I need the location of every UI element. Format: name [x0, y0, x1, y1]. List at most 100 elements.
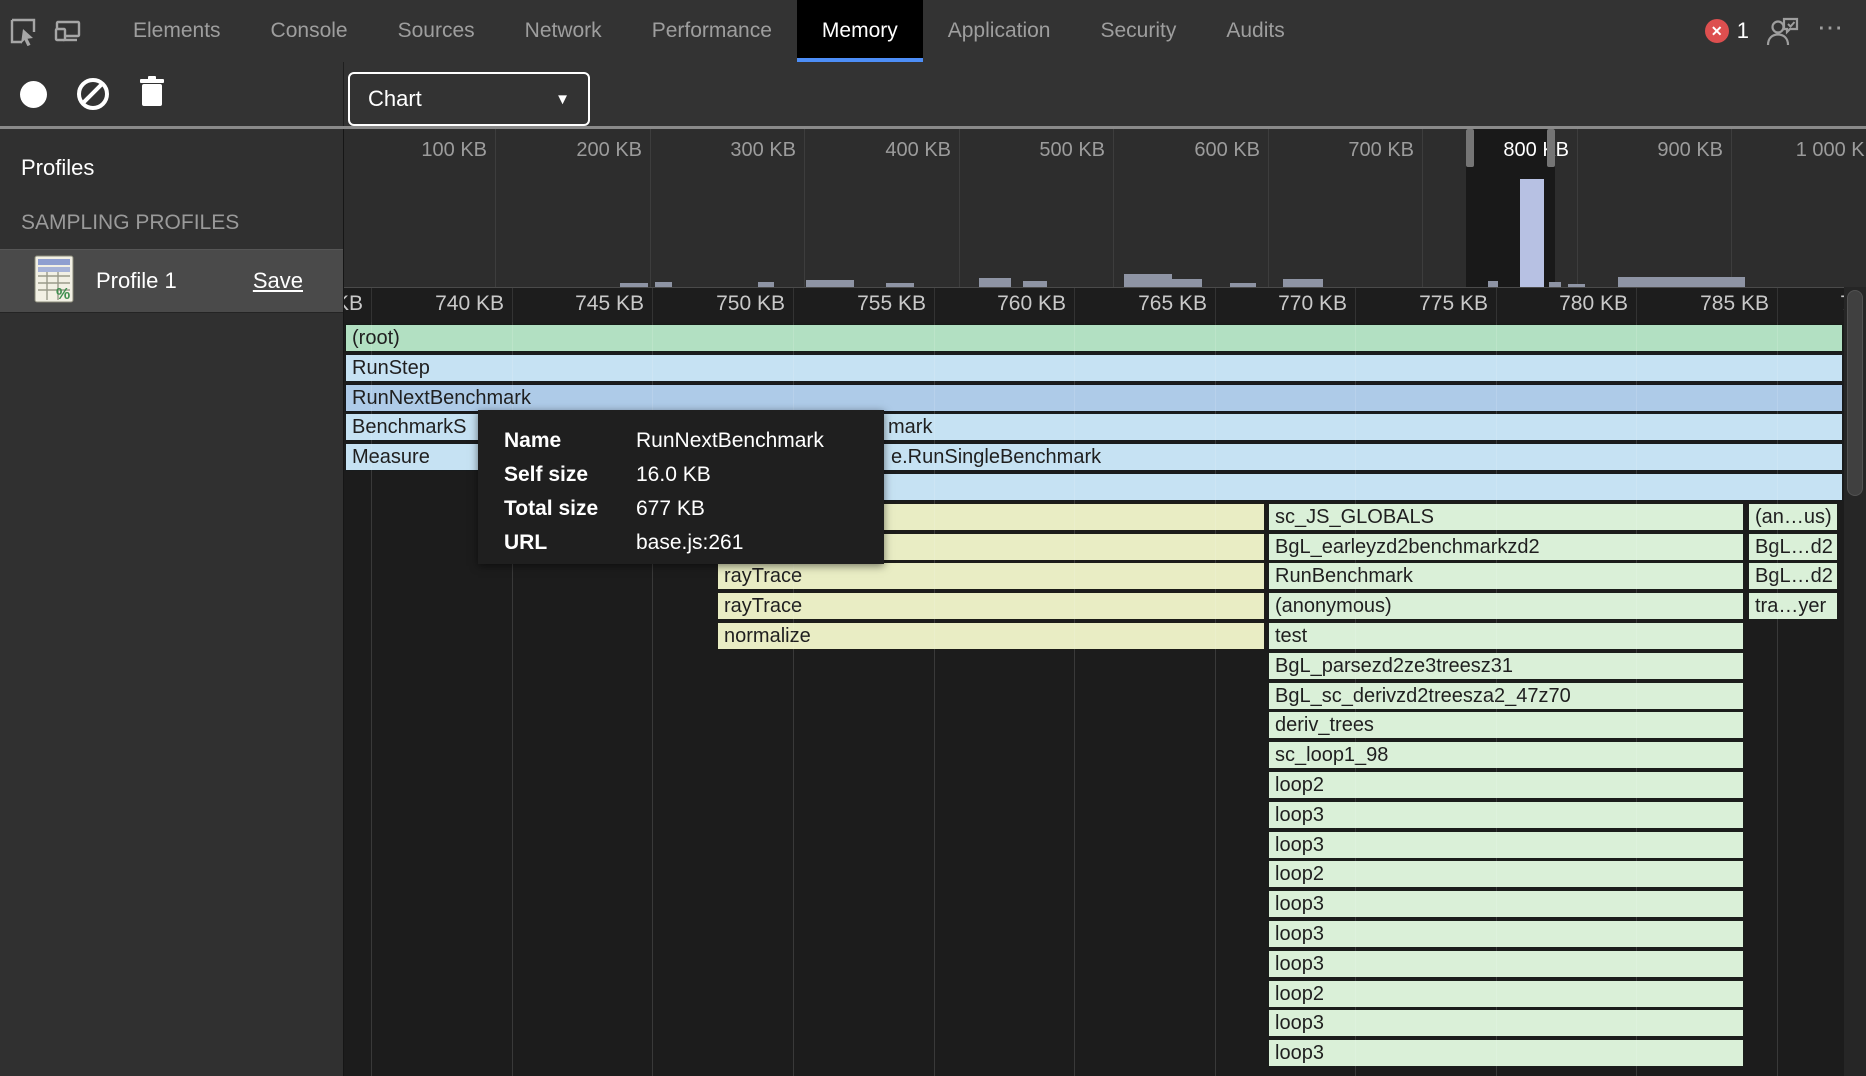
- overview-gridline: [1422, 129, 1423, 287]
- flame-bar[interactable]: loop2: [1268, 860, 1744, 888]
- flame-bar[interactable]: deriv_trees: [1268, 711, 1744, 739]
- tab-application[interactable]: Application: [923, 0, 1076, 62]
- flame-row: RunNextBenchmark: [344, 384, 1866, 412]
- tab-network[interactable]: Network: [500, 0, 627, 62]
- overview-tick-label: 600 KB: [1130, 139, 1260, 162]
- inspect-element-icon[interactable]: [0, 0, 46, 62]
- flame-row: rayTraceRunBenchmarkBgL…d2: [344, 562, 1866, 590]
- tooltip-field-label: URL: [504, 531, 636, 555]
- selection-handle-left[interactable]: [1466, 129, 1474, 167]
- flame-bar[interactable]: loop3: [1268, 1009, 1744, 1037]
- flame-bar[interactable]: loop2: [1268, 980, 1744, 1008]
- flame-bar[interactable]: BgL_sc_derivzd2treesza2_47z70: [1268, 682, 1744, 710]
- overview-tick-label: 300 KB: [666, 139, 796, 162]
- overview-tick-label: 500 KB: [975, 139, 1105, 162]
- flame-bar[interactable]: sc_loop1_98: [1268, 741, 1744, 769]
- tooltip-field-value: 677 KB: [636, 497, 705, 521]
- flame-row: loop3: [344, 1009, 1866, 1037]
- ruler-tick-label: 780 KB: [1498, 292, 1628, 316]
- histogram-bar: [979, 278, 1011, 287]
- console-error-badge[interactable]: ✕ 1: [1705, 18, 1749, 44]
- flame-bar[interactable]: loop3: [1268, 950, 1744, 978]
- ruler-tick-label: 765 KB: [1077, 292, 1207, 316]
- tab-sources[interactable]: Sources: [373, 0, 500, 62]
- flame-bar[interactable]: tra…yer: [1748, 592, 1838, 620]
- flame-bar-label: rayTrace: [724, 595, 802, 617]
- flame-bar[interactable]: RunBenchmark: [1268, 562, 1744, 590]
- clear-profiles-button[interactable]: [77, 78, 109, 110]
- selection-handle-right[interactable]: [1547, 129, 1555, 167]
- flame-bar[interactable]: loop3: [1268, 831, 1744, 859]
- flame-bar[interactable]: rayTrace: [717, 592, 1265, 620]
- ruler-gridline: [934, 288, 935, 323]
- flame-bar[interactable]: rayTrace: [717, 562, 1265, 590]
- tab-memory[interactable]: Memory: [797, 0, 923, 62]
- flame-bar-label: test: [1275, 625, 1307, 647]
- histogram-bar: [1283, 279, 1323, 287]
- flame-bar[interactable]: loop2: [1268, 771, 1744, 799]
- flame-bar[interactable]: normalize: [717, 622, 1265, 650]
- tab-elements[interactable]: Elements: [108, 0, 246, 62]
- error-count: 1: [1737, 18, 1749, 44]
- flame-row: deriv_trees: [344, 711, 1866, 739]
- tooltip-row: Total size677 KB: [504, 492, 884, 526]
- histogram-bar: [1520, 179, 1544, 287]
- tab-performance[interactable]: Performance: [627, 0, 797, 62]
- devtools-window: ElementsConsoleSourcesNetworkPerformance…: [0, 0, 1866, 1076]
- flame-bar[interactable]: sc_JS_GLOBALS: [1268, 503, 1744, 531]
- flame-bar[interactable]: BgL_parsezd2ze3treesz31: [1268, 652, 1744, 680]
- flame-bar[interactable]: loop3: [1268, 1039, 1744, 1067]
- flame-bar[interactable]: BgL…d2: [1748, 562, 1838, 590]
- flame-bar[interactable]: [717, 473, 1843, 501]
- flame-bar-label: RunNextBenchmark: [352, 387, 531, 409]
- flame-bar-label: loop3: [1275, 804, 1324, 826]
- overview-gridline: [495, 129, 496, 287]
- overview-tick-label: 900 KB: [1593, 139, 1723, 162]
- overview-gridline: [650, 129, 651, 287]
- flame-row: rayTrace (anonymous)tra…yer: [344, 592, 1866, 620]
- tab-audits[interactable]: Audits: [1201, 0, 1309, 62]
- ruler-gridline: [1777, 288, 1778, 323]
- vertical-scrollbar[interactable]: [1844, 287, 1866, 1076]
- overview-tick-label: 400 KB: [821, 139, 951, 162]
- flame-row: (root): [344, 324, 1866, 352]
- device-toolbar-icon[interactable]: [46, 0, 92, 62]
- profile-list-item[interactable]: % Profile 1 Save: [0, 249, 343, 313]
- flame-node-tooltip: NameRunNextBenchmarkSelf size16.0 KBTota…: [478, 410, 884, 564]
- allocation-overview-strip[interactable]: 100 KB200 KB300 KB400 KB500 KB600 KB700 …: [344, 129, 1866, 287]
- flame-bar-label: loop2: [1275, 774, 1324, 796]
- scrollbar-thumb[interactable]: [1847, 290, 1863, 496]
- view-mode-select[interactable]: Chart ▼: [348, 72, 590, 126]
- flame-bar[interactable]: test: [1268, 622, 1744, 650]
- sidebar-title: Profiles: [0, 129, 343, 181]
- chevron-down-icon: ▼: [555, 91, 570, 108]
- tab-security[interactable]: Security: [1075, 0, 1201, 62]
- flame-bar[interactable]: BgL_earleyzd2benchmarkzd2: [1268, 533, 1744, 561]
- delete-icon[interactable]: [139, 76, 165, 113]
- flame-bar[interactable]: (an…us): [1748, 503, 1838, 531]
- flame-bar[interactable]: loop3: [1268, 890, 1744, 918]
- profiler-controls: [0, 62, 344, 126]
- ruler-tick-label: 755 KB: [796, 292, 926, 316]
- record-button[interactable]: [20, 81, 47, 108]
- flame-bar[interactable]: BgL…d2: [1748, 533, 1838, 561]
- flame-bar[interactable]: loop3: [1268, 920, 1744, 948]
- tab-console[interactable]: Console: [246, 0, 373, 62]
- profile-save-link[interactable]: Save: [253, 268, 303, 294]
- ruler-gridline: [1215, 288, 1216, 323]
- more-options-icon[interactable]: ⋯: [1817, 12, 1846, 51]
- ruler-tick-label: 735 KB: [344, 292, 363, 316]
- flame-bar[interactable]: loop3: [1268, 801, 1744, 829]
- tooltip-field-value: base.js:261: [636, 531, 743, 555]
- flame-bar-label: loop3: [1275, 923, 1324, 945]
- flame-bar[interactable]: (anonymous): [1268, 592, 1744, 620]
- header-right-controls: ✕ 1 ⋯: [1705, 0, 1866, 62]
- flame-bar-label: BgL_earleyzd2benchmarkzd2: [1275, 536, 1540, 558]
- flame-bar[interactable]: RunStep: [345, 354, 1843, 382]
- overview-gridline: [1577, 129, 1578, 287]
- flame-bar[interactable]: RunNextBenchmark: [345, 384, 1843, 412]
- flame-bar[interactable]: (root): [345, 324, 1843, 352]
- feedback-person-icon[interactable]: [1763, 15, 1803, 47]
- chart-ruler[interactable]: 735 KB740 KB745 KB750 KB755 KB760 KB765 …: [344, 287, 1866, 323]
- flame-bar-label: loop2: [1275, 863, 1324, 885]
